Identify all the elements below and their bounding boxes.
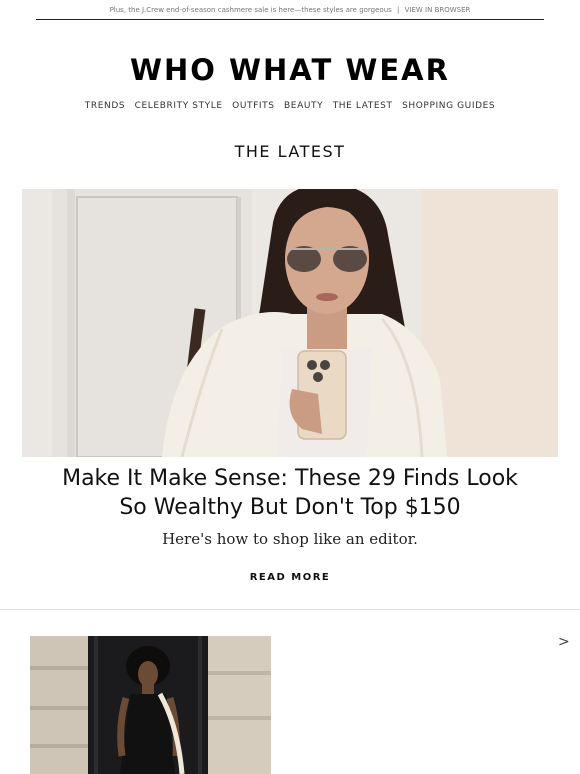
preheader-text: Plus, the J.Crew end-of-season cashmere … [109, 6, 392, 14]
header-divider [36, 19, 544, 20]
main-nav: TRENDS CELEBRITY STYLE OUTFITS BEAUTY TH… [0, 101, 580, 111]
read-more-link[interactable]: READ MORE [250, 572, 331, 583]
view-in-browser-link[interactable]: VIEW IN BROWSER [405, 6, 471, 14]
secondary-article-image[interactable] [30, 636, 271, 774]
section-title: THE LATEST [234, 142, 346, 161]
carousel-next-icon[interactable]: > [558, 634, 570, 650]
article-headline[interactable]: Make It Make Sense: These 29 Finds Look … [40, 464, 540, 522]
preheader: Plus, the J.Crew end-of-season cashmere … [0, 6, 580, 14]
nav-item-outfits[interactable]: OUTFITS [232, 101, 274, 111]
hero-image[interactable] [22, 189, 558, 457]
nav-item-trends[interactable]: TRENDS [85, 101, 125, 111]
nav-item-celebrity-style[interactable]: CELEBRITY STYLE [135, 101, 223, 111]
brand-logo[interactable]: WHO WHAT WEAR [0, 53, 580, 87]
headline-line-1: Make It Make Sense: These 29 Finds Look [62, 466, 518, 491]
nav-item-the-latest[interactable]: THE LATEST [333, 101, 393, 111]
headline-line-2: So Wealthy But Don't Top $150 [119, 495, 461, 520]
preheader-separator: | [397, 6, 400, 14]
read-more-wrapper: READ MORE [0, 572, 580, 583]
nav-item-beauty[interactable]: BEAUTY [284, 101, 323, 111]
section-divider [0, 609, 580, 610]
nav-item-shopping-guides[interactable]: SHOPPING GUIDES [402, 101, 495, 111]
article-dek: Here's how to shop like an editor. [162, 530, 418, 548]
